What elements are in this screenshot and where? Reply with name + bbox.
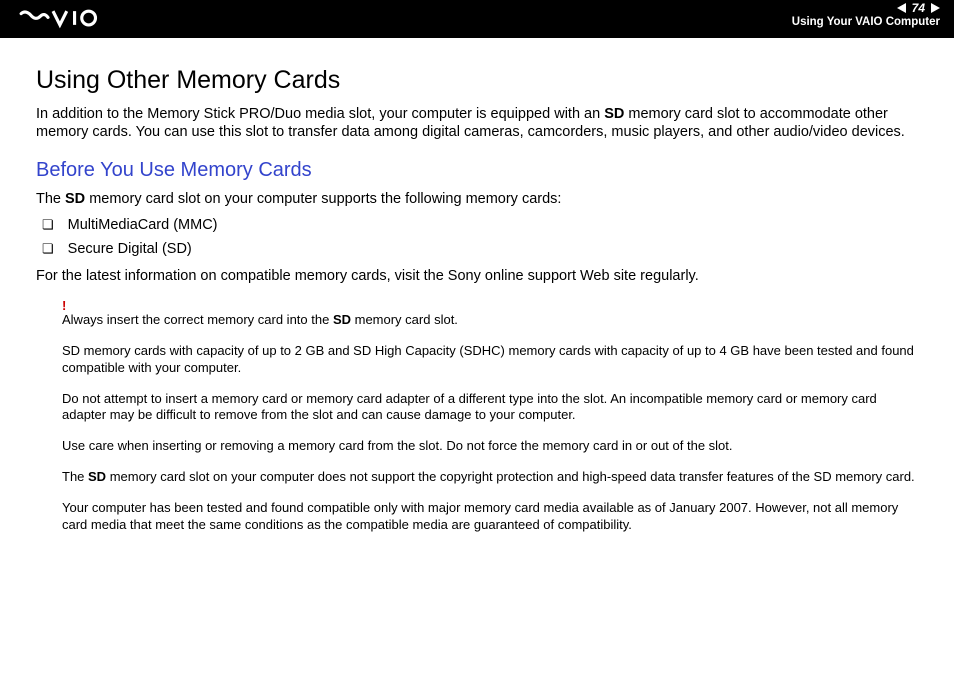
page-nav: 74 xyxy=(792,1,940,15)
vaio-logo xyxy=(18,6,118,30)
header-right: 74 Using Your VAIO Computer xyxy=(792,0,954,28)
w1-post: memory card slot. xyxy=(351,312,458,327)
warning-6: Your computer has been tested and found … xyxy=(62,500,918,534)
warning-3: Do not attempt to insert a memory card o… xyxy=(62,391,918,425)
support-pre: The xyxy=(36,191,65,207)
next-page-arrow-icon[interactable] xyxy=(931,3,940,13)
warning-2: SD memory cards with capacity of up to 2… xyxy=(62,343,918,377)
intro-text-pre: In addition to the Memory Stick PRO/Duo … xyxy=(36,106,604,122)
warning-icon: ! xyxy=(62,299,918,312)
w5-pre: The xyxy=(62,469,88,484)
support-line: The SD memory card slot on your computer… xyxy=(36,190,918,208)
page-title: Using Other Memory Cards xyxy=(36,66,918,95)
warning-1: Always insert the correct memory card in… xyxy=(62,312,918,329)
w1-bold: SD xyxy=(333,312,351,327)
bullet-icon: ❏ xyxy=(42,238,54,260)
w5-post: memory card slot on your computer does n… xyxy=(106,469,915,484)
page-number: 74 xyxy=(912,1,925,15)
list-item: ❏ MultiMediaCard (MMC) xyxy=(42,214,918,237)
warning-block: ! Always insert the correct memory card … xyxy=(36,299,918,534)
support-post: memory card slot on your computer suppor… xyxy=(85,191,561,207)
intro-paragraph: In addition to the Memory Stick PRO/Duo … xyxy=(36,105,918,141)
warning-4: Use care when inserting or removing a me… xyxy=(62,438,918,455)
support-bold: SD xyxy=(65,191,85,207)
header-section-title: Using Your VAIO Computer xyxy=(792,16,940,28)
prev-page-arrow-icon[interactable] xyxy=(897,3,906,13)
header-bar: 74 Using Your VAIO Computer xyxy=(0,0,954,38)
section-subtitle: Before You Use Memory Cards xyxy=(36,159,918,182)
list-item-label: MultiMediaCard (MMC) xyxy=(68,214,218,237)
content-area: Using Other Memory Cards In addition to … xyxy=(0,38,954,534)
w5-bold: SD xyxy=(88,469,106,484)
warning-5: The SD memory card slot on your computer… xyxy=(62,469,918,486)
memory-card-list: ❏ MultiMediaCard (MMC) ❏ Secure Digital … xyxy=(36,214,918,260)
list-item-label: Secure Digital (SD) xyxy=(68,238,192,261)
intro-text-bold: SD xyxy=(604,106,624,122)
w1-pre: Always insert the correct memory card in… xyxy=(62,312,333,327)
list-item: ❏ Secure Digital (SD) xyxy=(42,238,918,261)
latest-info-line: For the latest information on compatible… xyxy=(36,267,918,285)
bullet-icon: ❏ xyxy=(42,214,54,236)
